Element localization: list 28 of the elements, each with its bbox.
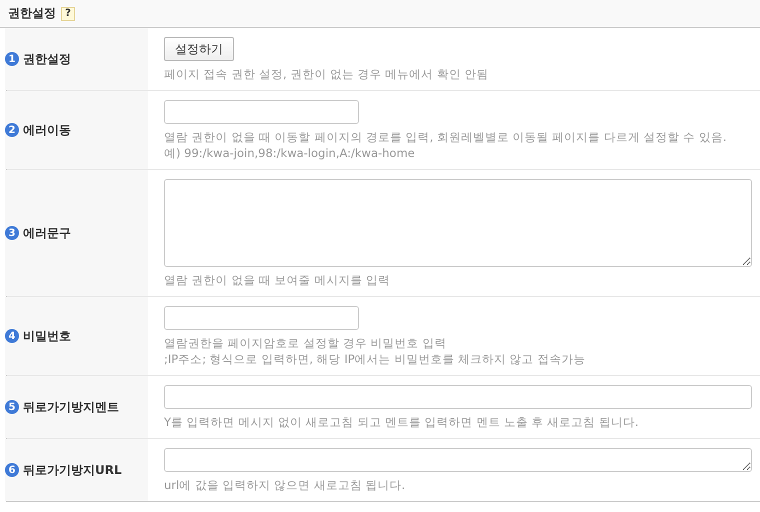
number-badge: 4 xyxy=(5,329,19,343)
field-label: 에러문구 xyxy=(23,224,71,242)
number-badge: 2 xyxy=(5,123,19,137)
field-label: 비밀번호 xyxy=(23,328,71,344)
text-area[interactable] xyxy=(164,448,752,472)
number-badge: 1 xyxy=(5,52,19,66)
help-text: 열람권한을 페이지암호로 설정할 경우 비밀번호 입력 xyxy=(164,335,448,351)
help-text: Y를 입력하면 메시지 없이 새로고침 되고 멘트를 입력하면 멘트 노출 후 새로고침 됩니다. xyxy=(164,414,640,430)
help-text: 열람 권한이 없을 때 보여줄 메시지를 입력 xyxy=(164,272,391,288)
help-text: 페이지 접속 권한 설정, 권한이 없는 경우 메뉴에서 확인 안됨 xyxy=(164,66,490,82)
field-label: 에러이동 xyxy=(23,122,71,138)
settings-button[interactable]: 설정하기 xyxy=(164,37,234,61)
help-text: url에 값을 입력하지 않으면 새로고침 됩니다. xyxy=(164,477,406,493)
number-badge: 6 xyxy=(5,463,19,477)
field-label: 뒤로가기방지URL xyxy=(23,462,122,478)
help-text: 열람 권한이 없을 때 이동할 페이지의 경로를 입력, 회원레벨별로 이동될 페이지를 다르게 설정할 수 있음. xyxy=(164,129,728,145)
text-area[interactable] xyxy=(164,179,752,267)
input-field[interactable] xyxy=(164,385,752,409)
field-label: 권한설정 xyxy=(23,50,71,68)
help-text: ;IP주소; 형식으로 입력하면, 해당 IP에서는 비밀번호를 체크하지 않고 접속가능 xyxy=(164,351,586,367)
input-field[interactable] xyxy=(164,306,359,330)
field-label: 뒤로가기방지멘트 xyxy=(23,398,119,416)
section-title: 권한설정 xyxy=(8,5,56,22)
help-text: 예) 99:/kwa-join,98:/kwa-login,A:/kwa-home xyxy=(164,145,416,161)
number-badge: 5 xyxy=(5,400,19,414)
input-field[interactable] xyxy=(164,100,359,124)
help-button[interactable]: ? xyxy=(61,6,75,20)
number-badge: 3 xyxy=(5,226,19,240)
